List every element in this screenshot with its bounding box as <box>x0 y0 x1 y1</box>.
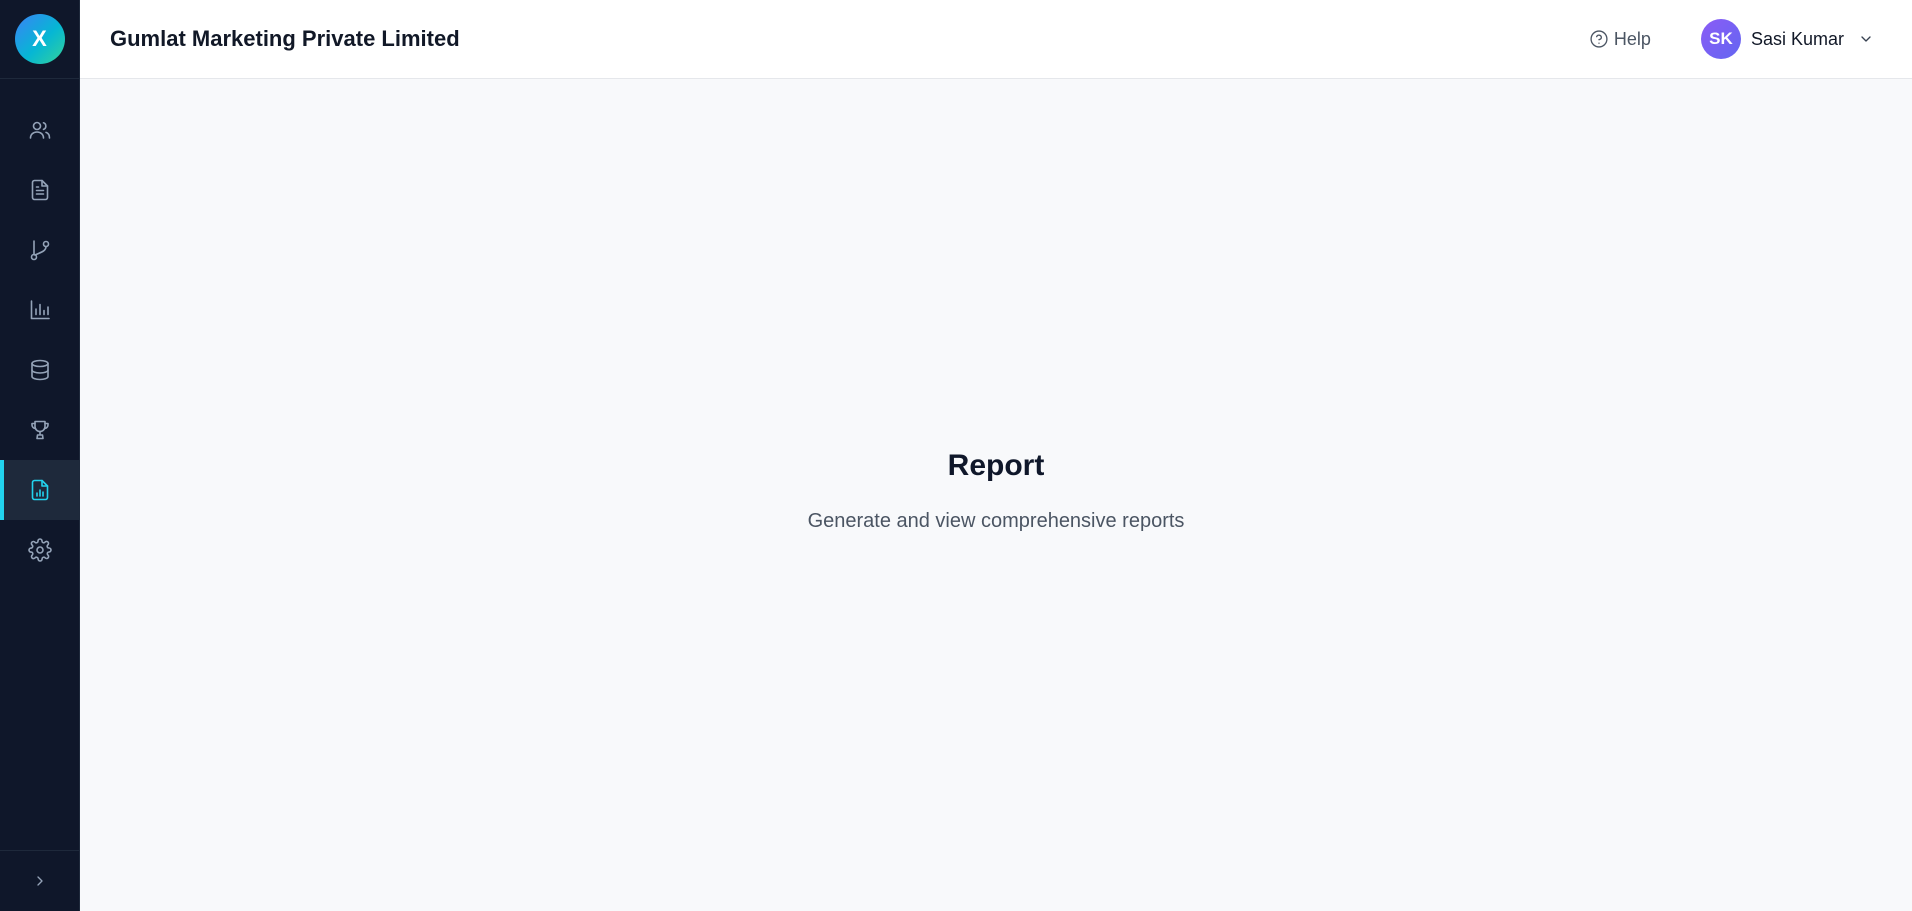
sidebar-item-users[interactable] <box>0 100 80 160</box>
database-icon <box>31 359 49 381</box>
sidebar-item-achievements[interactable] <box>0 400 80 460</box>
top-header: Gumlat Marketing Private Limited Help SK… <box>80 0 1912 79</box>
report-icon <box>31 479 49 501</box>
git-branch-icon <box>30 240 50 261</box>
help-button[interactable]: Help <box>1589 29 1651 50</box>
sidebar-item-reports[interactable] <box>0 460 80 520</box>
main-content: Report Generate and view comprehensive r… <box>80 79 1912 911</box>
sidebar-collapse-toggle[interactable] <box>0 850 80 911</box>
chevron-right-icon <box>37 876 43 886</box>
chevron-down-icon <box>1861 36 1871 42</box>
sidebar-item-workflows[interactable] <box>0 220 80 280</box>
logo-text: X <box>32 26 47 51</box>
company-name: Gumlat Marketing Private Limited <box>110 26 460 51</box>
gear-icon <box>28 538 52 562</box>
app-root: X Gumlat Marketing Private Limited Help … <box>0 0 1912 911</box>
sidebar-item-database[interactable] <box>0 340 80 400</box>
trophy-icon <box>31 420 49 440</box>
page-title: Report <box>947 449 1045 482</box>
avatar-initials: SK <box>1709 29 1733 48</box>
help-circle-icon <box>1590 30 1608 48</box>
document-icon <box>31 179 49 201</box>
help-label: Help <box>1613 28 1651 49</box>
sidebar-item-documents[interactable] <box>0 160 80 220</box>
app-logo[interactable]: X <box>14 14 65 64</box>
users-icon <box>29 121 51 139</box>
sidebar-item-analytics[interactable] <box>0 280 80 340</box>
page-subtitle: Generate and view comprehensive reports <box>807 510 1185 532</box>
header-actions: Help SK Sasi Kumar <box>1589 19 1874 59</box>
sidebar-item-settings[interactable] <box>0 520 80 580</box>
bar-chart-icon <box>30 300 50 320</box>
sidebar-nav <box>0 100 80 580</box>
sidebar: X <box>0 0 80 911</box>
user-menu[interactable]: SK Sasi Kumar <box>1700 19 1874 59</box>
user-name: Sasi Kumar <box>1750 28 1844 49</box>
logo-area: X <box>0 0 79 79</box>
avatar: SK <box>1700 19 1741 59</box>
